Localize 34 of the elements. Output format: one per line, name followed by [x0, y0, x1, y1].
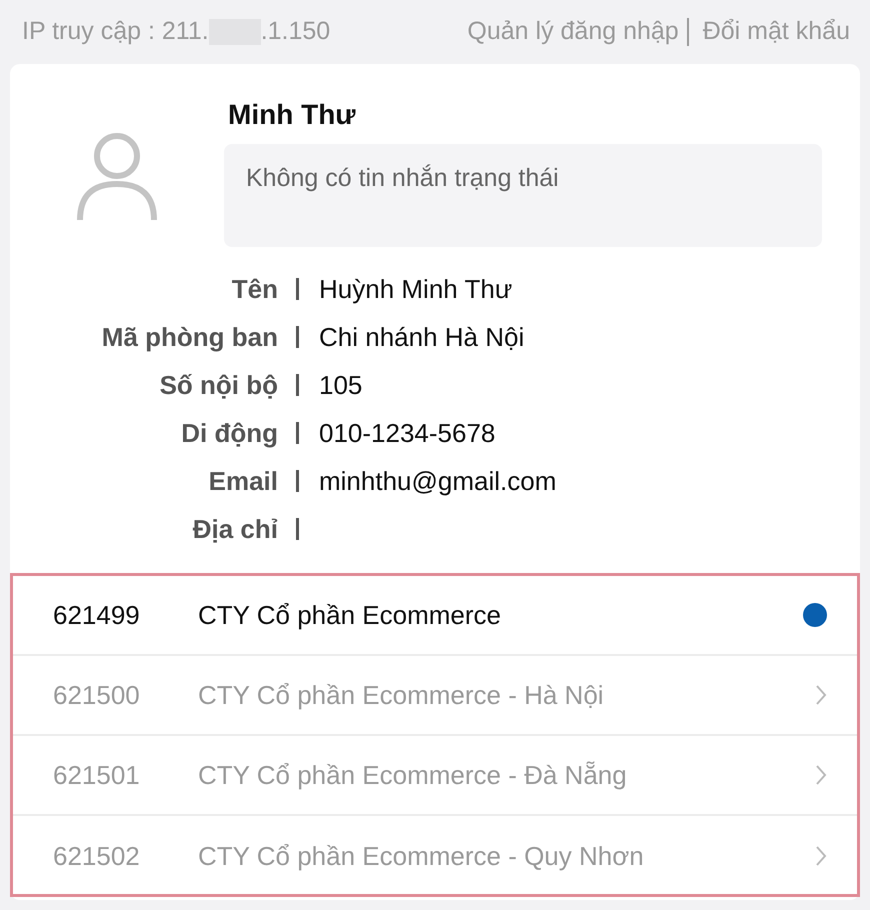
field-label: Email: [208, 464, 278, 498]
field-value: Chi nhánh Hà Nội: [319, 320, 524, 354]
company-name: CTY Cổ phần Ecommerce - Hà Nội: [198, 678, 605, 712]
field-value: Huỳnh Minh Thư: [319, 272, 512, 306]
company-row[interactable]: 621502 CTY Cổ phần Ecommerce - Quy Nhơn: [13, 816, 857, 896]
field-value: 105: [319, 368, 362, 402]
company-name: CTY Cổ phần Ecommerce - Đà Nẵng: [198, 758, 628, 792]
display-name: Minh Thư: [228, 98, 357, 132]
field-label: Di động: [180, 416, 278, 450]
field-label: Địa chỉ: [192, 512, 278, 546]
header-link[interactable]: Đổi mật khẩu: [702, 13, 850, 51]
chevron-icon: [815, 845, 827, 867]
company-row[interactable]: 621499 CTY Cổ phần Ecommerce: [13, 576, 857, 656]
company-code: 621500: [53, 678, 141, 712]
avatar-icon: [76, 132, 158, 222]
company-code: 621501: [53, 758, 141, 792]
ip-address: .1.150: [260, 16, 330, 48]
company-code: 621499: [53, 598, 141, 632]
company-row[interactable]: 621501 CTY Cổ phần Ecommerce - Đà Nẵng: [13, 736, 857, 816]
field-value: minhthu@gmail.com: [319, 464, 556, 498]
company-code: 621502: [53, 840, 141, 872]
field-label: Mã phòng ban: [100, 320, 278, 354]
header-link[interactable]: Quản lý đăng nhập: [467, 13, 679, 51]
ip-address: IP truy cập : 211.: [22, 16, 209, 48]
chevron-icon: [815, 684, 827, 706]
field-label: Số nội bộ: [158, 368, 278, 402]
field-value: 010-1234-5678: [319, 416, 496, 450]
company-name: CTY Cổ phần Ecommerce - Quy Nhơn: [198, 840, 645, 872]
status-message: Không có tin nhắn trạng thái: [224, 144, 822, 247]
field-label: Tên: [230, 272, 278, 306]
company-name: CTY Cổ phần Ecommerce: [198, 598, 502, 632]
chevron-icon: [815, 764, 827, 786]
company-row[interactable]: 621500 CTY Cổ phần Ecommerce - Hà Nội: [13, 656, 857, 736]
selected-dot: [803, 603, 827, 627]
